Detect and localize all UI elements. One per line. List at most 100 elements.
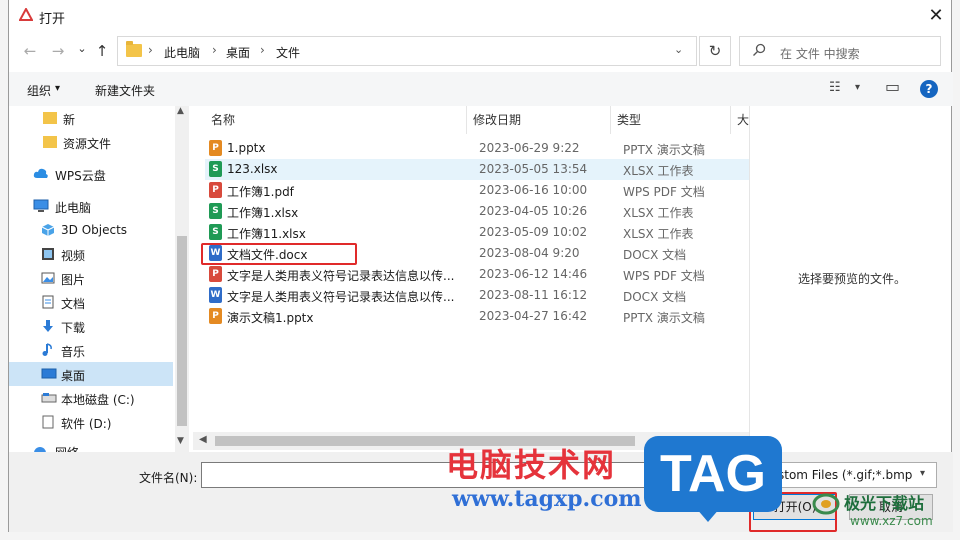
file-row[interactable]: P 演示文稿1.pptx 2023-04-27 16:42 PPTX 演示文稿 — [205, 306, 749, 327]
column-header-modified[interactable]: 修改日期 — [467, 106, 611, 134]
file-row[interactable]: W 文字是人类用表义符号记录表达信息以传... 2023-08-11 16:12 DO… — [205, 285, 749, 306]
forward-button[interactable]: → — [47, 40, 69, 62]
file-name: 文字是人类用表义符号记录表达信息以传... — [227, 290, 455, 304]
sidebar-item-music[interactable]: 音乐 — [9, 338, 173, 362]
breadcrumb-desktop[interactable]: 桌面 — [226, 44, 250, 61]
pdf-file-icon: P — [209, 266, 222, 282]
file-type: XLSX 工作表 — [623, 164, 694, 178]
download-icon — [43, 320, 53, 332]
preview-pane-icon[interactable]: ▭ — [885, 77, 900, 96]
file-type: DOCX 文档 — [623, 248, 687, 262]
watermark-url: www.tagxp.com — [452, 486, 642, 512]
file-row[interactable]: S 123.xlsx 2023-05-05 13:54 XLSX 工作表 — [205, 159, 749, 180]
preview-message: 选择要预览的文件。 — [797, 272, 906, 286]
sidebar-item-pictures[interactable]: 图片 — [9, 266, 173, 290]
sidebar-item-label: 视频 — [61, 249, 86, 263]
sidebar-item-desktop[interactable]: 桌面 — [9, 362, 173, 386]
breadcrumb-files[interactable]: 文件 — [276, 44, 300, 61]
sidebar-item-new[interactable]: 新 — [9, 106, 173, 130]
pdf-file-icon: P — [209, 182, 222, 198]
window-title: 打开 — [39, 12, 66, 27]
scrollbar-thumb[interactable] — [177, 236, 187, 426]
picture-icon — [41, 272, 55, 284]
cube-icon — [41, 224, 55, 236]
sidebar-item-drive-d[interactable]: 软件 (D:) — [9, 410, 173, 434]
file-type-select[interactable]: Custom Files (*.gif;*.bmp;*.di ▾ — [755, 462, 937, 488]
file-row[interactable]: P 工作簿1.pdf 2023-06-16 10:00 WPS PDF 文档 — [205, 180, 749, 201]
sidebar-item-label: 下载 — [61, 321, 86, 335]
sidebar-item-network[interactable]: 网络 — [9, 440, 173, 452]
xlsx-file-icon: S — [209, 224, 222, 240]
file-modified-date: 2023-05-05 13:54 — [479, 162, 588, 176]
xlsx-file-icon: S — [209, 161, 222, 177]
file-modified-date: 2023-05-09 10:02 — [479, 225, 588, 239]
up-folder-button[interactable]: ↑ — [91, 40, 113, 62]
file-name: 工作簿11.xlsx — [227, 227, 306, 241]
sidebar-scrollbar[interactable]: ▲ ▼ — [175, 106, 189, 452]
recent-locations-button[interactable]: ⌄ — [71, 38, 93, 60]
sidebar-item-label: 本地磁盘 (C:) — [61, 393, 135, 407]
file-row[interactable]: P 文字是人类用表义符号记录表达信息以传... 2023-06-12 14:46 WP… — [205, 264, 749, 285]
search-box[interactable]: 在 文件 中搜索 — [739, 36, 941, 66]
breadcrumb-this-pc[interactable]: 此电脑 — [164, 44, 200, 61]
filename-label: 文件名(N): — [139, 471, 198, 485]
address-bar[interactable]: › 此电脑 › 桌面 › 文件 ⌄ — [117, 36, 697, 66]
video-icon — [42, 248, 54, 260]
selection-highlight-box — [201, 243, 357, 265]
view-options-icon[interactable]: ☷ — [829, 80, 841, 95]
scroll-left-icon[interactable]: ◀ — [199, 434, 207, 445]
chevron-down-icon[interactable]: ▾ — [855, 82, 860, 93]
file-name: 1.pptx — [227, 141, 266, 155]
cloud-icon — [33, 168, 48, 178]
document-icon — [42, 295, 54, 309]
folder-icon — [43, 136, 57, 148]
file-list: ^ 名称 修改日期 类型 大小 P1.pptx2023-06-29 9:22PP… — [193, 106, 749, 452]
sidebar-item-drive-c[interactable]: 本地磁盘 (C:) — [9, 386, 173, 410]
chevron-down-icon[interactable]: ⌄ — [674, 43, 683, 56]
sidebar-item-label: 音乐 — [61, 345, 86, 359]
sidebar-item-label: 网络 — [55, 444, 79, 452]
scroll-up-icon[interactable]: ▲ — [177, 106, 184, 116]
search-icon — [753, 43, 766, 56]
new-folder-button[interactable]: 新建文件夹 — [95, 82, 155, 99]
chevron-down-icon: ▾ — [920, 468, 926, 479]
breadcrumb-separator: › — [212, 43, 217, 57]
file-type: DOCX 文档 — [623, 290, 687, 304]
sidebar-item-label: WPS云盘 — [55, 169, 106, 183]
pptx-file-icon: P — [209, 308, 222, 324]
close-button[interactable]: ✕ — [921, 2, 951, 30]
file-type: XLSX 工作表 — [623, 206, 694, 220]
file-modified-date: 2023-06-16 10:00 — [479, 183, 588, 197]
sidebar-item-documents[interactable]: 文档 — [9, 290, 173, 314]
file-row[interactable]: P 1.pptx 2023-06-29 9:22 PPTX 演示文稿 — [205, 138, 749, 159]
help-button[interactable]: ? — [920, 80, 938, 98]
refresh-button[interactable]: ↻ — [699, 36, 731, 66]
sidebar-item-this-pc[interactable]: 此电脑 — [9, 194, 173, 218]
watermark-site2-url: www.xz7.com — [850, 514, 933, 528]
file-row[interactable]: S 工作簿11.xlsx 2023-05-09 10:02 XLSX 工作表 — [205, 222, 749, 243]
sidebar-item-resources[interactable]: 资源文件 — [9, 130, 173, 154]
organize-menu[interactable]: 组织 — [27, 82, 51, 99]
column-header-name[interactable]: 名称 — [205, 106, 467, 134]
sidebar-item-videos[interactable]: 视频 — [9, 242, 173, 266]
scroll-down-icon[interactable]: ▼ — [177, 436, 184, 446]
sidebar-item-label: 新 — [63, 113, 76, 127]
column-header-type[interactable]: 类型 — [611, 106, 731, 134]
sidebar-item-3d-objects[interactable]: 3D Objects — [9, 218, 173, 242]
preview-pane: 选择要预览的文件。 — [749, 106, 953, 452]
chevron-down-icon[interactable]: ▾ — [55, 83, 60, 94]
file-type: PPTX 演示文稿 — [623, 311, 705, 325]
folder-icon — [126, 41, 142, 57]
drive-icon — [42, 415, 54, 429]
file-modified-date: 2023-04-05 10:26 — [479, 204, 588, 218]
file-name: 123.xlsx — [227, 162, 278, 176]
file-row[interactable]: S 工作簿1.xlsx 2023-04-05 10:26 XLSX 工作表 — [205, 201, 749, 222]
file-name: 工作簿1.xlsx — [227, 206, 299, 220]
back-button[interactable]: ← — [19, 40, 41, 62]
file-type: WPS PDF 文档 — [623, 185, 705, 199]
column-header-size[interactable]: 大小 — [731, 106, 749, 134]
sidebar-item-downloads[interactable]: 下载 — [9, 314, 173, 338]
sidebar-item-wps-cloud[interactable]: WPS云盘 — [9, 162, 173, 186]
sidebar-item-label: 资源文件 — [63, 137, 112, 151]
title-bar: 打开 ✕ — [9, 0, 953, 32]
